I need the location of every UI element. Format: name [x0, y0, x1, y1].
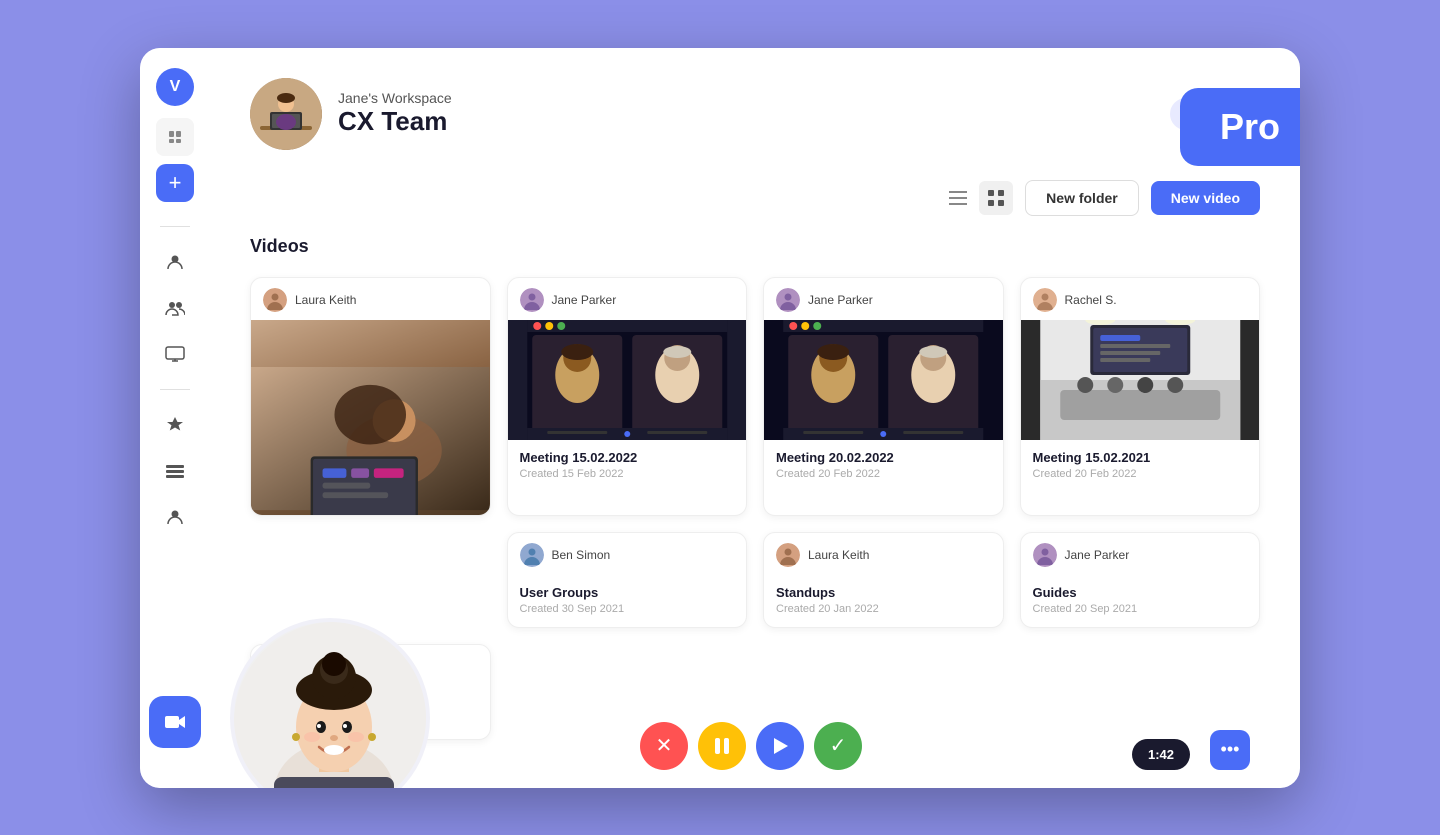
user-initial: V: [170, 78, 181, 96]
author-name-0: Laura Keith: [295, 293, 356, 307]
main-content: Jane's Workspace CX Team +5: [210, 48, 1300, 788]
bottom-placeholder: [250, 532, 491, 628]
sidebar-pages-icon[interactable]: [156, 118, 194, 156]
sidebar-item-users[interactable]: [156, 498, 194, 536]
card-date-2: Created 20 Feb 2022: [776, 468, 991, 480]
view-icons: [941, 181, 1013, 215]
author-avatar-3: [1033, 288, 1057, 312]
sidebar-item-person[interactable]: [156, 243, 194, 281]
toolbar: New folder New video: [250, 180, 1260, 216]
author-name-2: Jane Parker: [808, 293, 873, 307]
timer-badge: 1:42: [1132, 739, 1190, 770]
author-avatar-b0: [520, 543, 544, 567]
grid-view-icon[interactable]: [979, 181, 1013, 215]
card-date-1: Created 15 Feb 2022: [520, 468, 735, 480]
video-card-2[interactable]: Jane Parker: [763, 277, 1004, 516]
thumbnail-3: [1021, 320, 1260, 440]
card-author-b2: Jane Parker: [1021, 533, 1260, 575]
new-video-button[interactable]: New video: [1151, 181, 1260, 215]
sidebar-item-monitor[interactable]: [156, 335, 194, 373]
card-author-1: Jane Parker: [508, 278, 747, 320]
close-button[interactable]: ✕: [640, 722, 688, 770]
card-title-b0: User Groups: [520, 585, 735, 600]
author-name-3: Rachel S.: [1065, 293, 1117, 307]
author-avatar-1: [520, 288, 544, 312]
card-title-3: Meeting 15.02.2021: [1033, 450, 1248, 465]
author-avatar-2: [776, 288, 800, 312]
video-controls: ✕ ✓: [640, 722, 862, 770]
author-name-b0: Ben Simon: [552, 548, 611, 562]
card-info-b2: Guides Created 20 Sep 2021: [1021, 575, 1260, 627]
sidebar: V +: [140, 48, 210, 788]
author-name-b2: Jane Parker: [1065, 548, 1130, 562]
author-name-1: Jane Parker: [552, 293, 617, 307]
video-card-bottom-0[interactable]: Ben Simon User Groups Created 30 Sep 202…: [507, 532, 748, 628]
card-title-2: Meeting 20.02.2022: [776, 450, 991, 465]
videos-section-label: Videos: [250, 236, 1260, 257]
team-name: CX Team: [338, 106, 452, 137]
divider2: [160, 389, 190, 390]
thumbnail-2: [764, 320, 1003, 440]
card-author-3: Rachel S.: [1021, 278, 1260, 320]
author-avatar-0: [263, 288, 287, 312]
video-grid-row1: Laura Keith: [250, 277, 1260, 516]
video-card-1[interactable]: Jane Parker: [507, 277, 748, 516]
done-button[interactable]: ✓: [814, 722, 862, 770]
author-avatar-b1: [776, 543, 800, 567]
workspace-name: Jane's Workspace: [338, 90, 452, 106]
card-date-b0: Created 30 Sep 2021: [520, 603, 735, 615]
card-title-1: Meeting 15.02.2022: [520, 450, 735, 465]
card-date-b2: Created 20 Sep 2021: [1033, 603, 1248, 615]
card-author-2: Jane Parker: [764, 278, 1003, 320]
card-info-1: Meeting 15.02.2022 Created 15 Feb 2022: [508, 440, 747, 492]
card-author-b0: Ben Simon: [508, 533, 747, 575]
video-card-3[interactable]: Rachel S.: [1020, 277, 1261, 516]
header: Jane's Workspace CX Team +5: [250, 78, 1260, 150]
new-folder-button[interactable]: New folder: [1025, 180, 1139, 216]
video-card-bottom-1[interactable]: Laura Keith Standups Created 20 Jan 2022: [763, 532, 1004, 628]
video-card-bottom-2[interactable]: Jane Parker Guides Created 20 Sep 2021: [1020, 532, 1261, 628]
card-author-b1: Laura Keith: [764, 533, 1003, 575]
header-left: Jane's Workspace CX Team: [250, 78, 452, 150]
video-card-0[interactable]: Laura Keith: [250, 277, 491, 516]
thumbnail-0: [251, 320, 490, 516]
card-title-b2: Guides: [1033, 585, 1248, 600]
card-info-2: Meeting 20.02.2022 Created 20 Feb 2022: [764, 440, 1003, 492]
card-info-b0: User Groups Created 30 Sep 2021: [508, 575, 747, 627]
add-button[interactable]: +: [156, 164, 194, 202]
author-avatar-b2: [1033, 543, 1057, 567]
workspace-avatar: [250, 78, 322, 150]
card-title-b1: Standups: [776, 585, 991, 600]
pro-badge: Pro: [1180, 88, 1300, 166]
thumbnail-1: [508, 320, 747, 440]
card-date-3: Created 20 Feb 2022: [1033, 468, 1248, 480]
sidebar-item-list[interactable]: [156, 452, 194, 490]
card-date-b1: Created 20 Jan 2022: [776, 603, 991, 615]
list-view-icon[interactable]: [941, 181, 975, 215]
pause-button[interactable]: [698, 722, 746, 770]
author-name-b1: Laura Keith: [808, 548, 869, 562]
more-button[interactable]: •••: [1210, 730, 1250, 770]
workspace-info: Jane's Workspace CX Team: [338, 90, 452, 137]
video-button[interactable]: [149, 696, 201, 748]
divider: [160, 226, 190, 227]
sidebar-item-star[interactable]: [156, 406, 194, 444]
pro-label: Pro: [1220, 106, 1280, 147]
user-avatar[interactable]: V: [156, 68, 194, 106]
play-button[interactable]: [756, 722, 804, 770]
card-info-b1: Standups Created 20 Jan 2022: [764, 575, 1003, 627]
card-author-0: Laura Keith: [251, 278, 490, 320]
app-container: Pro V +: [140, 48, 1300, 788]
card-info-3: Meeting 15.02.2021 Created 20 Feb 2022: [1021, 440, 1260, 492]
sidebar-item-group[interactable]: [156, 289, 194, 327]
